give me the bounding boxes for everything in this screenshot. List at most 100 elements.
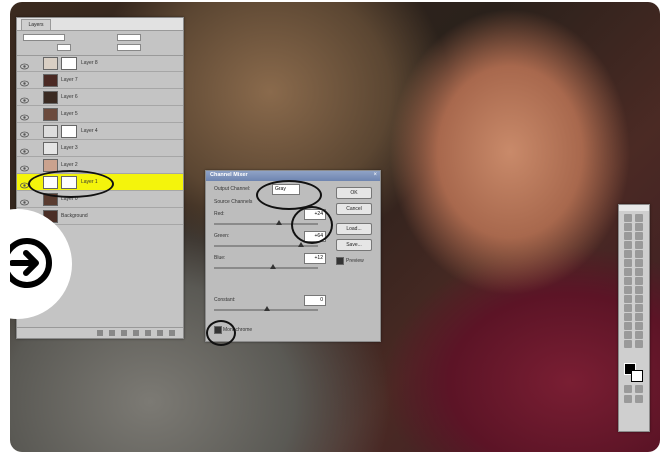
tool-icon[interactable] bbox=[624, 286, 632, 294]
tool-icon[interactable] bbox=[635, 304, 643, 312]
tool-icon[interactable] bbox=[635, 268, 643, 276]
layer-thumbnail[interactable] bbox=[43, 57, 58, 70]
red-slider-knob[interactable] bbox=[276, 220, 282, 225]
eye-icon[interactable] bbox=[20, 126, 29, 138]
cancel-button[interactable]: Cancel bbox=[336, 203, 372, 215]
tool-icon[interactable] bbox=[635, 385, 643, 393]
output-channel-label: Output Channel: bbox=[214, 186, 251, 192]
preview-checkbox[interactable] bbox=[336, 257, 344, 265]
layer-thumbnail[interactable] bbox=[43, 142, 58, 155]
blue-slider[interactable] bbox=[214, 264, 318, 269]
eye-icon[interactable] bbox=[20, 92, 29, 104]
eye-icon[interactable] bbox=[20, 143, 29, 155]
tool-icon[interactable] bbox=[624, 304, 632, 312]
tool-icon[interactable] bbox=[635, 331, 643, 339]
link-layers-button[interactable] bbox=[97, 330, 103, 336]
layers-footer bbox=[17, 327, 183, 338]
layer-style-button[interactable] bbox=[109, 330, 115, 336]
load-button[interactable]: Load... bbox=[336, 223, 372, 235]
tool-icon[interactable] bbox=[624, 331, 632, 339]
blue-value-field[interactable]: +12 bbox=[304, 253, 326, 264]
add-mask-button[interactable] bbox=[121, 330, 127, 336]
layer-thumbnail[interactable] bbox=[43, 108, 58, 121]
tool-icon[interactable] bbox=[624, 268, 632, 276]
layer-row[interactable]: Layer 7 bbox=[17, 72, 183, 89]
photo-canvas[interactable]: Layers Layer 8 Layer 7 Layer 6 Layer 5 Layer… bbox=[10, 2, 660, 452]
monochrome-checkbox[interactable] bbox=[214, 326, 222, 334]
eye-icon[interactable] bbox=[20, 177, 29, 189]
layer-row[interactable]: Layer 3 bbox=[17, 140, 183, 157]
tool-icon[interactable] bbox=[624, 313, 632, 321]
layer-mask-thumbnail[interactable] bbox=[61, 176, 77, 189]
red-value-field[interactable]: +24 bbox=[304, 209, 326, 220]
tool-icon[interactable] bbox=[624, 277, 632, 285]
layer-row[interactable]: Layer 5 bbox=[17, 106, 183, 123]
tool-icon[interactable] bbox=[624, 232, 632, 240]
tool-icon[interactable] bbox=[635, 232, 643, 240]
new-layer-button[interactable] bbox=[157, 330, 163, 336]
lock-controls[interactable] bbox=[57, 44, 71, 51]
layer-row[interactable]: Layer 4 bbox=[17, 123, 183, 140]
layer-thumbnail[interactable] bbox=[43, 74, 58, 87]
green-slider[interactable] bbox=[214, 242, 318, 247]
tool-icon[interactable] bbox=[624, 385, 632, 393]
new-group-button[interactable] bbox=[145, 330, 151, 336]
save-button[interactable]: Save... bbox=[336, 239, 372, 251]
delete-layer-button[interactable] bbox=[169, 330, 175, 336]
blend-mode-select[interactable] bbox=[23, 34, 65, 41]
eye-icon[interactable] bbox=[20, 109, 29, 121]
tool-icon[interactable] bbox=[635, 286, 643, 294]
eye-icon[interactable] bbox=[20, 160, 29, 172]
green-slider-knob[interactable] bbox=[298, 242, 304, 247]
tool-icon[interactable] bbox=[624, 340, 632, 348]
layer-thumbnail[interactable] bbox=[43, 125, 58, 138]
eye-icon[interactable] bbox=[20, 58, 29, 70]
tool-icon[interactable] bbox=[624, 295, 632, 303]
layer-row[interactable]: Layer 8 bbox=[17, 55, 183, 72]
layer-thumbnail[interactable] bbox=[43, 159, 58, 172]
red-slider[interactable] bbox=[214, 220, 318, 225]
tool-icon[interactable] bbox=[635, 250, 643, 258]
green-value-field[interactable]: +64 bbox=[304, 231, 326, 242]
tool-icon[interactable] bbox=[624, 214, 632, 222]
layer-row[interactable]: Layer 1 bbox=[17, 174, 183, 191]
tool-icon[interactable] bbox=[635, 295, 643, 303]
eye-icon[interactable] bbox=[20, 194, 29, 206]
tool-icon[interactable] bbox=[624, 241, 632, 249]
close-icon[interactable]: × bbox=[373, 172, 377, 178]
tool-icon[interactable] bbox=[624, 250, 632, 258]
tool-icon[interactable] bbox=[635, 223, 643, 231]
opacity-field[interactable] bbox=[117, 34, 141, 41]
tool-icon[interactable] bbox=[635, 277, 643, 285]
tool-icon[interactable] bbox=[635, 340, 643, 348]
layer-row[interactable]: Layer 2 bbox=[17, 157, 183, 174]
fill-field[interactable] bbox=[117, 44, 141, 51]
tool-icon[interactable] bbox=[635, 214, 643, 222]
tab-layers[interactable]: Layers bbox=[21, 19, 51, 30]
tool-icon[interactable] bbox=[624, 322, 632, 330]
tool-icon[interactable] bbox=[624, 223, 632, 231]
adjustment-layer-button[interactable] bbox=[133, 330, 139, 336]
output-channel-select[interactable]: Gray bbox=[272, 184, 300, 195]
constant-value-field[interactable]: 0 bbox=[304, 295, 326, 306]
eye-icon[interactable] bbox=[20, 75, 29, 87]
blue-slider-knob[interactable] bbox=[270, 264, 276, 269]
tool-icon[interactable] bbox=[635, 313, 643, 321]
layer-thumbnail[interactable] bbox=[43, 176, 58, 189]
tool-icon[interactable] bbox=[624, 395, 632, 403]
ok-button[interactable]: OK bbox=[336, 187, 372, 199]
background-color-swatch[interactable] bbox=[631, 370, 643, 382]
tool-icon[interactable] bbox=[635, 395, 643, 403]
tool-icon[interactable] bbox=[624, 259, 632, 267]
tool-icon[interactable] bbox=[635, 322, 643, 330]
layer-thumbnail[interactable] bbox=[43, 193, 58, 206]
layer-row[interactable]: Layer 6 bbox=[17, 89, 183, 106]
layer-mask-thumbnail[interactable] bbox=[61, 125, 77, 138]
layer-thumbnail[interactable] bbox=[43, 91, 58, 104]
layer-row[interactable]: Layer 0 bbox=[17, 191, 183, 208]
constant-slider[interactable] bbox=[214, 306, 318, 311]
tool-icon[interactable] bbox=[635, 241, 643, 249]
tool-icon[interactable] bbox=[635, 259, 643, 267]
constant-slider-knob[interactable] bbox=[264, 306, 270, 311]
layer-mask-thumbnail[interactable] bbox=[61, 57, 77, 70]
